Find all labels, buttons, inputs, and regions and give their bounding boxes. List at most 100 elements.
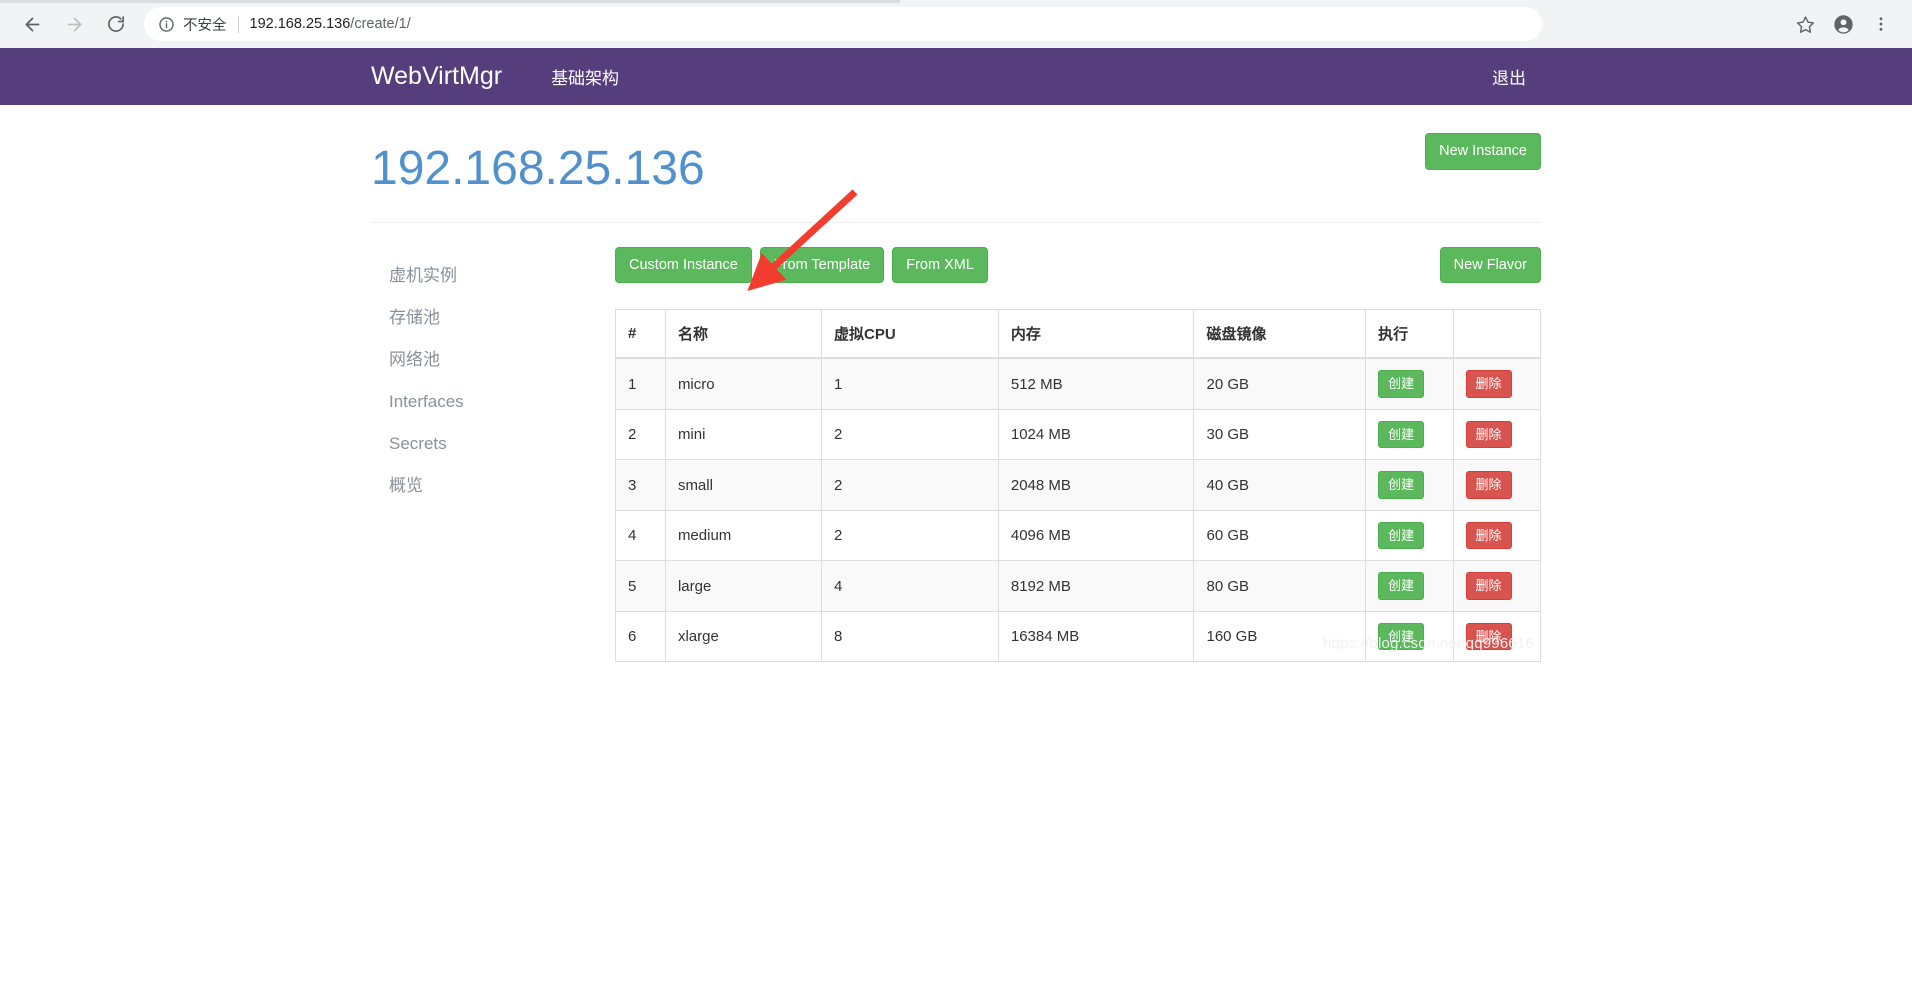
cell-disk: 20 GB [1193, 357, 1367, 410]
app-navbar: WebVirtMgr 基础架构 退出 [0, 48, 1912, 105]
brand-logo[interactable]: WebVirtMgr [371, 64, 502, 89]
cell-disk: 40 GB [1193, 459, 1367, 511]
sidebar-item-interfaces[interactable]: Interfaces [371, 381, 603, 423]
cell-disk: 30 GB [1193, 408, 1367, 461]
browser-chrome: 不安全 192.168.25.136/create/1/ [0, 0, 1912, 48]
create-toolbar: Custom Instance From Template From XML N… [615, 246, 1541, 284]
url-text: 192.168.25.136/create/1/ [250, 16, 411, 32]
sidebar-item-overview[interactable]: 概览 [371, 465, 603, 507]
delete-flavor-button[interactable]: 删除 [1465, 471, 1512, 499]
cell-memory: 512 MB [997, 357, 1195, 410]
arrow-right-icon [67, 17, 81, 31]
page-title: 192.168.25.136 [371, 142, 705, 195]
sidebar: 虚机实例 存储池 网络池 Interfaces Secrets 概览 [371, 247, 603, 663]
create-flavor-button[interactable]: 创建 [1378, 471, 1425, 499]
nav-item-infrastructure[interactable]: 基础架构 [536, 46, 634, 107]
create-flavor-button[interactable]: 创建 [1378, 370, 1425, 398]
bookmark-star-button[interactable] [1788, 7, 1822, 41]
forward-button[interactable] [56, 6, 92, 42]
back-button[interactable] [14, 6, 50, 42]
new-instance-button[interactable]: New Instance [1425, 133, 1541, 170]
table-row: 5 large 4 8192 MB 80 GB 创建 删除 [615, 560, 1542, 612]
new-flavor-button[interactable]: New Flavor [1439, 246, 1541, 284]
reload-button[interactable] [98, 6, 134, 42]
navbar-inner: WebVirtMgr 基础架构 退出 [356, 48, 1556, 105]
star-icon [1796, 15, 1814, 33]
three-dot-menu-icon [1879, 17, 1883, 31]
browser-menu-button[interactable] [1864, 7, 1898, 41]
custom-instance-button[interactable]: Custom Instance [615, 246, 752, 284]
info-circle-icon [158, 16, 175, 33]
cell-index: 6 [615, 610, 666, 663]
navbar-right: 退出 [1477, 46, 1541, 107]
from-template-button[interactable]: From Template [759, 246, 885, 284]
cell-memory: 8192 MB [997, 560, 1195, 612]
cell-index: 1 [615, 357, 666, 410]
body-row: 虚机实例 存储池 网络池 Interfaces Secrets 概览 Custo… [371, 223, 1542, 663]
flavor-table: # 名称 虚拟CPU 内存 磁盘镜像 执行 1 micro 1 512 MB 20 GB… [615, 309, 1542, 663]
sidebar-item-instances[interactable]: 虚机实例 [371, 255, 603, 297]
create-flavor-button[interactable]: 创建 [1378, 420, 1425, 449]
column-header-memory: 内存 [997, 309, 1195, 360]
column-header-name: 名称 [664, 309, 823, 360]
tabstrip-edge [0, 0, 900, 3]
cell-action-create: 创建 [1365, 357, 1454, 410]
table-row: 1 micro 1 512 MB 20 GB 创建 删除 [615, 357, 1542, 410]
table-row: 3 small 2 2048 MB 40 GB 创建 删除 [615, 459, 1542, 511]
delete-flavor-button[interactable]: 删除 [1465, 420, 1512, 449]
cell-disk: 60 GB [1193, 509, 1367, 562]
main-content: Custom Instance From Template From XML N… [603, 246, 1542, 663]
cell-action-delete: 删除 [1452, 408, 1542, 461]
from-xml-button[interactable]: From XML [892, 246, 988, 284]
cell-name: micro [664, 357, 823, 410]
cell-index: 5 [615, 560, 666, 612]
create-flavor-button[interactable]: 创建 [1378, 521, 1425, 550]
create-mode-button-group: Custom Instance From Template From XML [615, 246, 988, 284]
cell-action-create: 创建 [1365, 408, 1454, 461]
cell-vcpu: 2 [821, 509, 999, 562]
page-header: 192.168.25.136 New Instance [371, 105, 1541, 196]
column-header-disk: 磁盘镜像 [1193, 309, 1367, 360]
url-path: /create/1/ [350, 16, 411, 32]
cell-action-create: 创建 [1365, 509, 1454, 562]
cell-action-delete: 删除 [1452, 509, 1542, 562]
table-row: 4 medium 2 4096 MB 60 GB 创建 删除 [615, 509, 1542, 562]
flavor-table-wrapper: # 名称 虚拟CPU 内存 磁盘镜像 执行 1 micro 1 512 MB 20 GB… [615, 309, 1542, 663]
create-flavor-button[interactable]: 创建 [1378, 572, 1425, 600]
column-header-actions-spacer [1452, 309, 1542, 360]
cell-disk: 80 GB [1193, 560, 1367, 612]
cell-name: large [664, 560, 823, 612]
address-bar[interactable]: 不安全 192.168.25.136/create/1/ [144, 7, 1542, 41]
profile-button[interactable] [1826, 7, 1860, 41]
arrow-left-icon [25, 17, 39, 31]
cell-memory: 2048 MB [997, 459, 1195, 511]
cell-vcpu: 4 [821, 560, 999, 612]
delete-flavor-button[interactable]: 删除 [1465, 521, 1512, 550]
account-avatar-icon [1833, 14, 1853, 34]
cell-vcpu: 2 [821, 459, 999, 511]
column-header-actions: 执行 [1365, 309, 1454, 360]
page-root: 不安全 192.168.25.136/create/1/ WebVirtMgr … [0, 0, 1912, 991]
watermark: https://blog.csdn.net/qq996616 [1322, 635, 1534, 653]
cell-action-create: 创建 [1365, 459, 1454, 511]
sidebar-item-secrets[interactable]: Secrets [371, 423, 603, 465]
cell-action-delete: 删除 [1452, 560, 1542, 612]
cell-vcpu: 1 [821, 357, 999, 410]
table-row: 2 mini 2 1024 MB 30 GB 创建 删除 [615, 408, 1542, 461]
cell-action-create: 创建 [1365, 560, 1454, 612]
cell-index: 2 [615, 408, 666, 461]
cell-action-delete: 删除 [1452, 459, 1542, 511]
cell-name: medium [664, 509, 823, 562]
page-container: 192.168.25.136 New Instance 虚机实例 存储池 网络池… [356, 105, 1556, 663]
sidebar-item-network-pool[interactable]: 网络池 [371, 339, 603, 381]
sidebar-item-storage-pool[interactable]: 存储池 [371, 297, 603, 339]
delete-flavor-button[interactable]: 删除 [1465, 370, 1512, 398]
logout-link[interactable]: 退出 [1477, 46, 1541, 107]
column-header-vcpu: 虚拟CPU [821, 309, 999, 360]
cell-memory: 4096 MB [997, 509, 1195, 562]
omnibox-divider [237, 15, 239, 33]
cell-name: mini [664, 408, 823, 461]
cell-name: xlarge [664, 610, 823, 663]
delete-flavor-button[interactable]: 删除 [1465, 572, 1512, 600]
cell-index: 3 [615, 459, 666, 511]
